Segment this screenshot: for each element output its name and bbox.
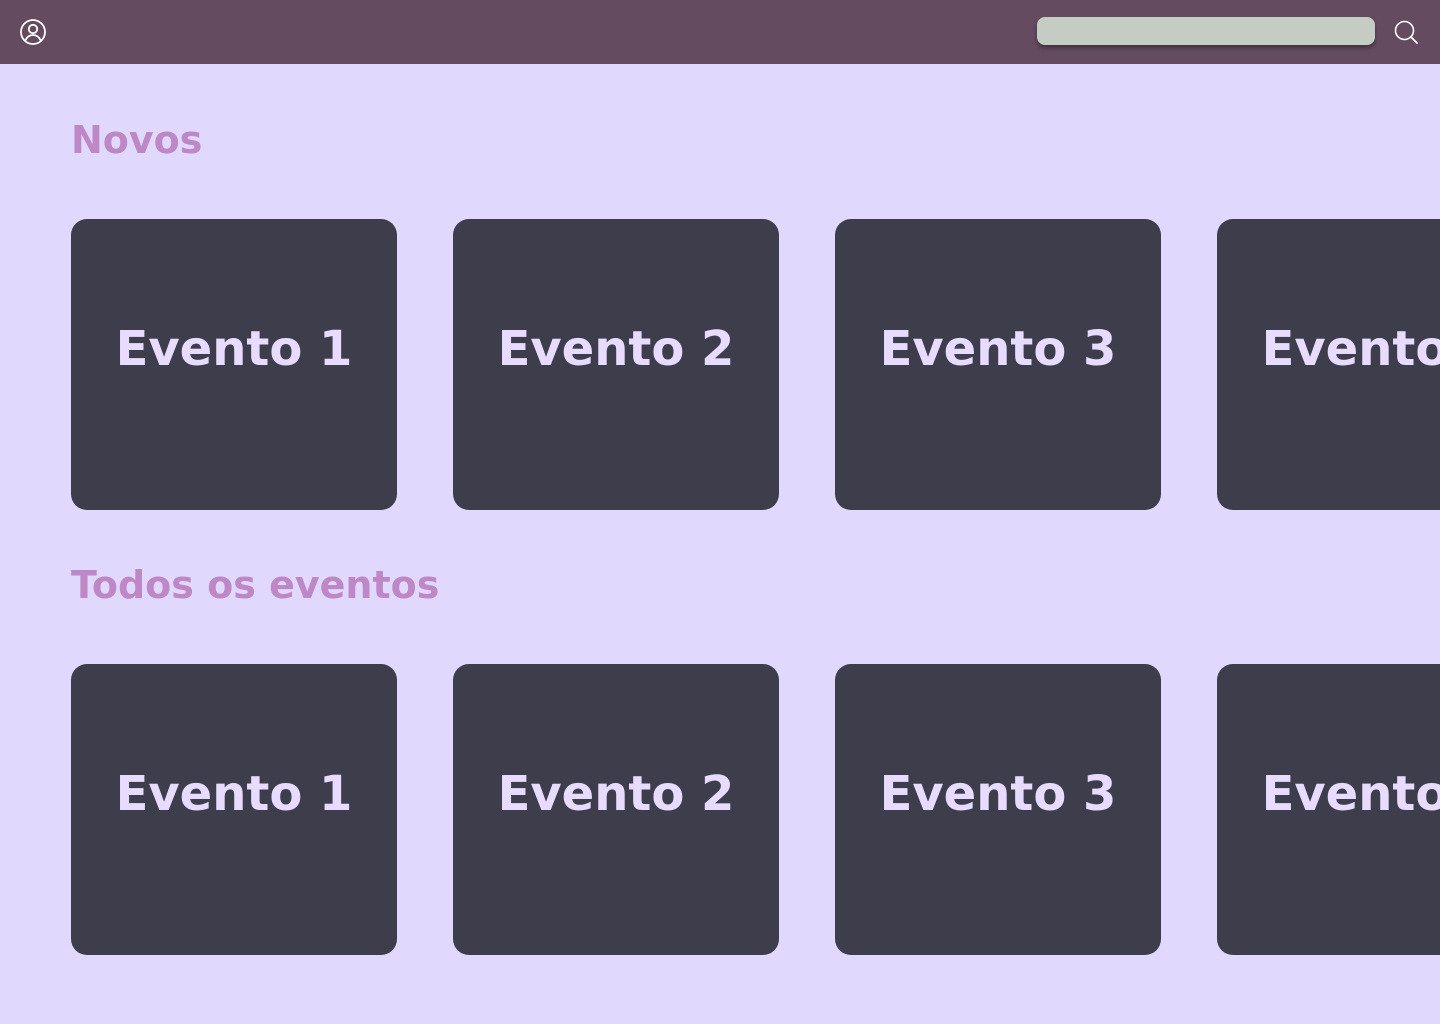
event-card-label: Evento 4 [1261, 766, 1440, 822]
event-card[interactable]: Evento 4 [1217, 219, 1440, 510]
magnifier-icon [1394, 20, 1418, 44]
top-bar [0, 0, 1440, 64]
event-card-label: Evento 1 [115, 321, 353, 377]
all-events-row: Evento 1 Evento 2 Evento 3 Evento 4 [71, 664, 1440, 955]
search-input[interactable] [1037, 17, 1375, 45]
section-title-all-events: Todos os eventos [71, 563, 440, 607]
event-card-label: Evento 2 [497, 321, 735, 377]
event-card[interactable]: Evento 3 [835, 664, 1161, 955]
event-card-label: Evento 4 [1261, 321, 1440, 377]
event-card[interactable]: Evento 4 [1217, 664, 1440, 955]
event-card[interactable]: Evento 2 [453, 219, 779, 510]
event-card-label: Evento 3 [879, 321, 1117, 377]
event-card-label: Evento 3 [879, 766, 1117, 822]
section-title-novos: Novos [71, 118, 203, 162]
search-button[interactable] [1392, 18, 1420, 46]
profile-button[interactable] [19, 18, 47, 46]
user-circle-icon [20, 19, 46, 45]
event-card[interactable]: Evento 3 [835, 219, 1161, 510]
event-card-label: Evento 1 [115, 766, 353, 822]
event-card[interactable]: Evento 1 [71, 219, 397, 510]
event-card[interactable]: Evento 1 [71, 664, 397, 955]
event-card-label: Evento 2 [497, 766, 735, 822]
new-events-row: Evento 1 Evento 2 Evento 3 Evento 4 [71, 219, 1440, 510]
event-card[interactable]: Evento 2 [453, 664, 779, 955]
